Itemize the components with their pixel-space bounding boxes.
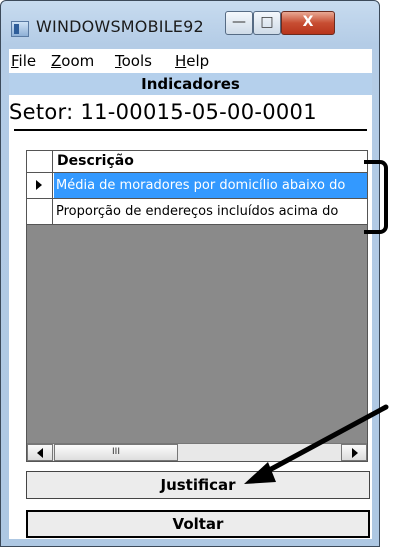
annotation-arrow-icon — [244, 404, 389, 484]
